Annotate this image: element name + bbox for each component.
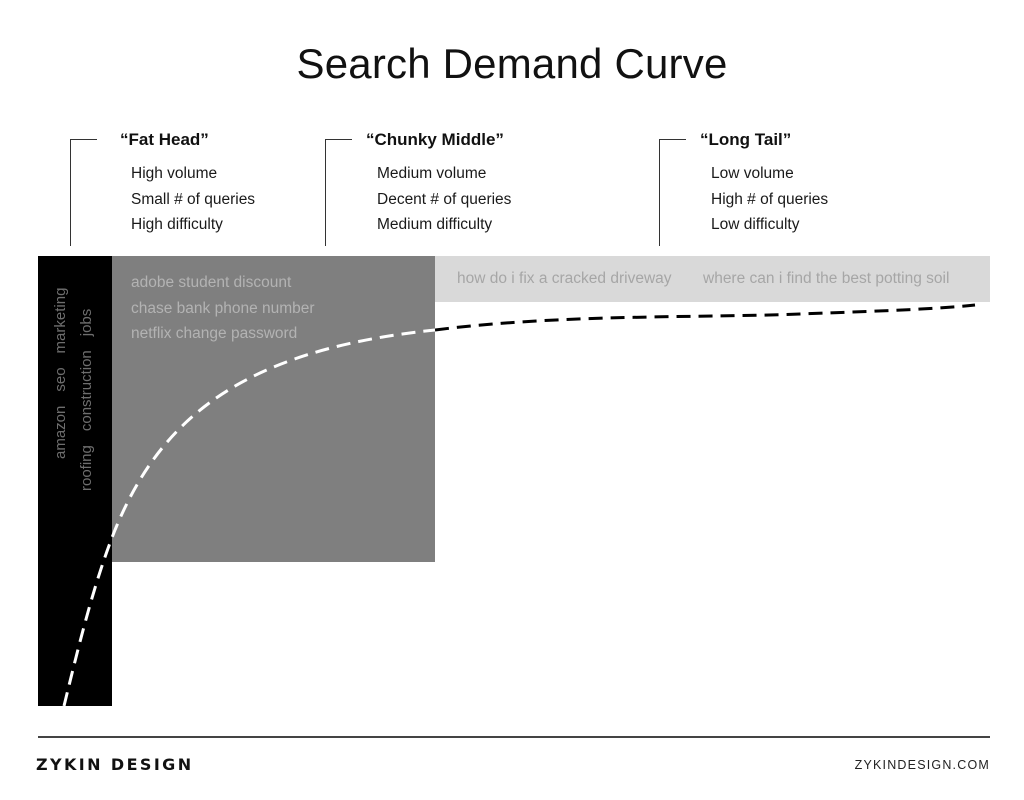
trait-volume: Low volume [711, 165, 794, 182]
trait-difficulty: Medium difficulty [377, 216, 493, 233]
page-title: Search Demand Curve [296, 40, 728, 87]
segment-title-chunky-middle: “Chunky Middle” [366, 130, 504, 149]
trait-volume: Medium volume [377, 165, 487, 182]
head-term: seo [52, 367, 69, 392]
segment-traits-fat-head: High volume Small # of queries High diff… [131, 161, 255, 238]
head-term: jobs [78, 308, 95, 337]
segment-title-long-tail: “Long Tail” [700, 130, 792, 149]
trait-queries: Small # of queries [131, 190, 256, 208]
segment-title-fat-head: “Fat Head” [120, 130, 209, 149]
head-term: roofing [78, 445, 95, 491]
bracket-chunky-middle [325, 139, 352, 246]
head-terms-column-2: roofing construction jobs [78, 295, 95, 491]
trait-difficulty: High difficulty [131, 216, 223, 233]
middle-query: netflix change password [131, 325, 298, 342]
head-term: construction [78, 350, 95, 432]
middle-query: chase bank phone number [131, 299, 315, 317]
middle-queries: adobe student discount chase bank phone … [131, 270, 315, 347]
segment-traits-chunky-middle: Medium volume Decent # of queries Medium… [377, 161, 511, 238]
footer-divider [38, 736, 990, 738]
head-terms-column-1: amazon seo marketing [52, 274, 69, 459]
trait-volume: High volume [131, 165, 218, 182]
trait-queries: High # of queries [711, 190, 829, 208]
head-term: marketing [52, 287, 69, 354]
head-term: amazon [52, 405, 69, 459]
trait-difficulty: Low difficulty [711, 216, 800, 233]
fat-head-block [38, 256, 112, 706]
website-link[interactable]: ZYKINDESIGN.COM [855, 758, 990, 772]
trait-queries: Decent # of queries [377, 190, 512, 208]
tail-query: where can i find the best potting soil [703, 270, 950, 287]
curve-segment-tail [435, 303, 976, 332]
bracket-fat-head [70, 139, 97, 246]
brand-logo: ZYKIN DESIGN [36, 755, 194, 774]
tail-query: how do i fix a cracked driveway [457, 270, 672, 287]
segment-traits-long-tail: Low volume High # of queries Low difficu… [711, 161, 828, 238]
middle-query: adobe student discount [131, 274, 292, 291]
bracket-long-tail [659, 139, 686, 246]
